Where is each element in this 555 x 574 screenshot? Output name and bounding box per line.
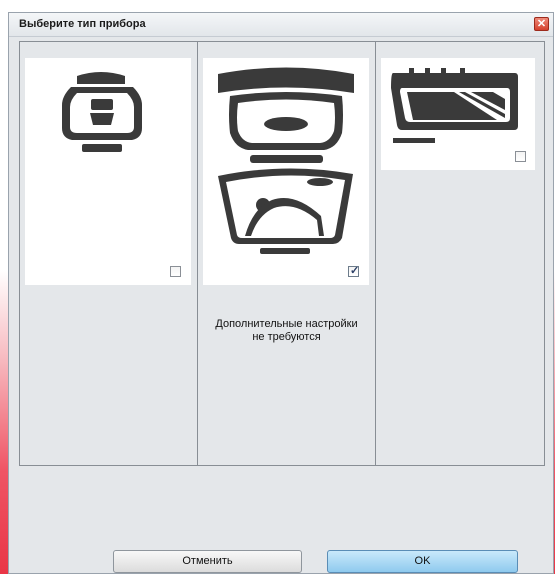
device-option-1[interactable] [20,42,198,465]
device-checkbox-1[interactable] [170,266,181,277]
cancel-button[interactable]: Отменить [113,550,302,573]
device-type-dialog: Выберите тип прибора ✕ ✓ Дополнительные … [8,12,554,574]
device-panoramic-icon [218,67,354,254]
device-card-1[interactable] [25,58,191,285]
close-icon: ✕ [536,18,547,30]
device-panels: Дополнительные настройки не требуются [19,41,545,466]
device-card-2[interactable] [203,58,369,285]
title-bar: Выберите тип прибора ✕ [9,13,553,37]
device-wide-icon [391,68,518,143]
device-note-line-2: не требуются [252,331,321,343]
device-note-line-1: Дополнительные настройки [215,318,358,330]
device-compact-icon [62,72,142,152]
device-checkbox-2[interactable] [348,264,359,277]
device-option-2[interactable]: Дополнительные настройки не требуются [198,42,376,465]
close-button[interactable]: ✕ [534,17,549,31]
ok-button[interactable]: OK [327,550,518,573]
device-option-3[interactable] [376,42,544,465]
device-checkbox-3[interactable] [515,151,526,162]
device-note: Дополнительные настройки не требуются [198,318,375,344]
device-card-3[interactable] [381,58,535,170]
dialog-title: Выберите тип прибора [19,18,146,30]
